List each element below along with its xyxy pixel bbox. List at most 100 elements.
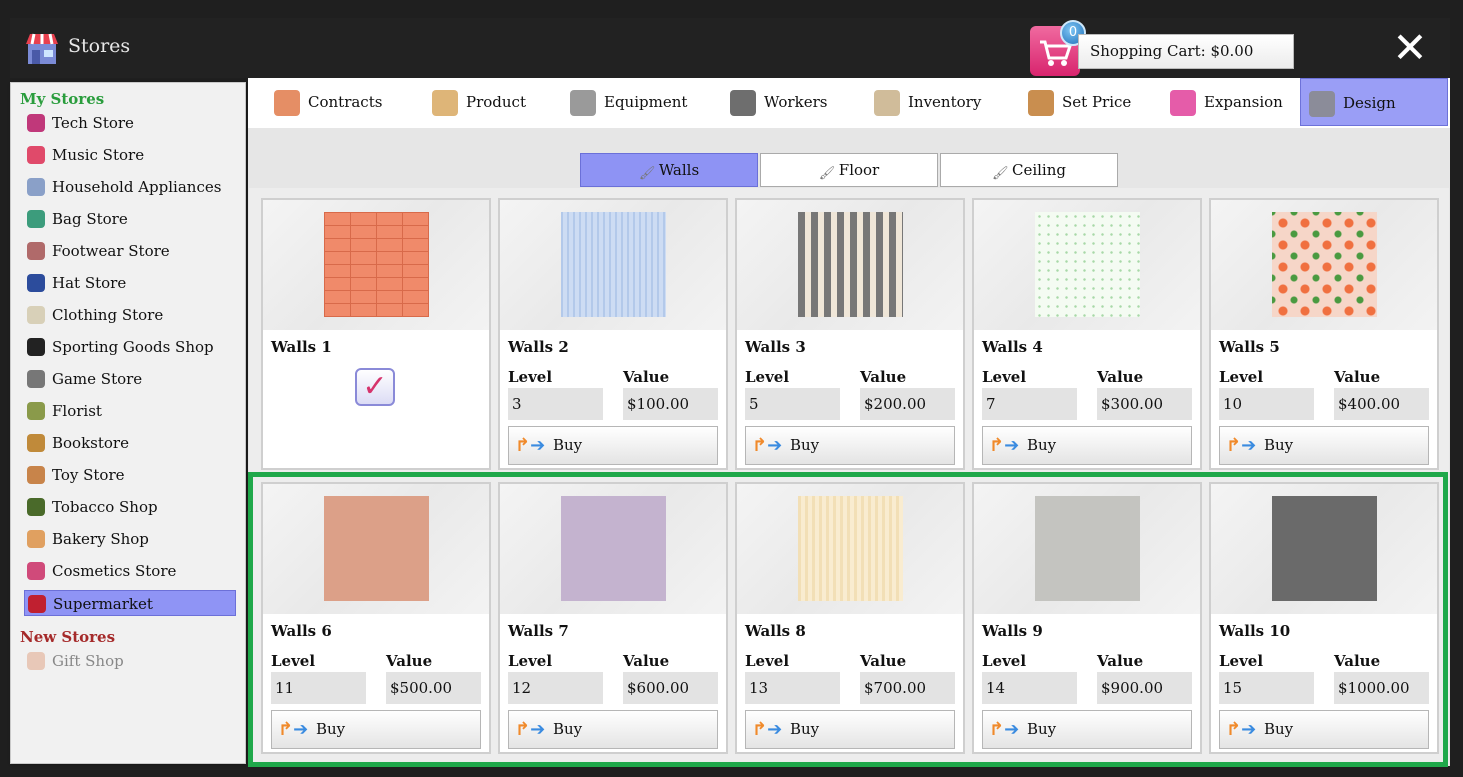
wall-name: Walls 4 xyxy=(982,338,1043,356)
wall-name: Walls 3 xyxy=(745,338,806,356)
tab-label: Set Price xyxy=(1062,93,1132,111)
wall-texture-preview[interactable] xyxy=(1035,496,1140,601)
store-logo-icon xyxy=(22,28,62,68)
sidebar-item-label: Clothing Store xyxy=(52,306,164,324)
subtab-walls[interactable]: 🖌 Walls xyxy=(580,153,758,187)
buy-arrow-icon: ↱➔ xyxy=(752,435,783,456)
value-label: Value xyxy=(1097,368,1144,386)
sidebar-item-label: Sporting Goods Shop xyxy=(52,338,214,356)
buy-label: Buy xyxy=(790,436,820,454)
buy-button[interactable]: ↱➔ Buy xyxy=(745,426,955,465)
owned-check-icon[interactable]: ✓ xyxy=(355,368,395,406)
wall-texture-preview[interactable] xyxy=(324,212,429,317)
basket-icon xyxy=(28,595,46,613)
close-button[interactable]: ✕ xyxy=(1390,26,1430,70)
tab-label: Workers xyxy=(764,93,828,111)
wall-card: Walls 6 Level Value 11 $500.00 ↱➔ Buy xyxy=(261,482,491,754)
sidebar-item-household-appliances[interactable]: Household Appliances xyxy=(24,174,236,200)
buy-button[interactable]: ↱➔ Buy xyxy=(982,426,1192,465)
wall-preview-area xyxy=(737,200,963,330)
sidebar-item-hat-store[interactable]: Hat Store xyxy=(24,270,236,296)
buy-button[interactable]: ↱➔ Buy xyxy=(508,710,718,749)
tab-product[interactable]: Product xyxy=(424,78,554,126)
book-icon xyxy=(27,434,45,452)
wall-texture-preview[interactable] xyxy=(1272,496,1377,601)
sidebar-item-gift-shop[interactable]: Gift Shop xyxy=(24,648,236,674)
level-label: Level xyxy=(508,368,553,386)
sidebar-item-music-store[interactable]: Music Store xyxy=(24,142,236,168)
sidebar-item-florist[interactable]: Florist xyxy=(24,398,236,424)
buy-label: Buy xyxy=(553,720,583,738)
tab-label: Product xyxy=(466,93,526,111)
wall-card: Walls 3 Level Value 5 $200.00 ↱➔ Buy xyxy=(735,198,965,470)
buy-button[interactable]: ↱➔ Buy xyxy=(982,710,1192,749)
sidebar-item-bakery-shop[interactable]: Bakery Shop xyxy=(24,526,236,552)
tab-workers[interactable]: Workers xyxy=(722,78,852,126)
wall-card: Walls 9 Level Value 14 $900.00 ↱➔ Buy xyxy=(972,482,1202,754)
sidebar-item-clothing-store[interactable]: Clothing Store xyxy=(24,302,236,328)
tab-label: Expansion xyxy=(1204,93,1283,111)
sidebar-item-tobacco-shop[interactable]: Tobacco Shop xyxy=(24,494,236,520)
wall-preview-area xyxy=(1211,484,1437,614)
wall-texture-preview[interactable] xyxy=(561,212,666,317)
tab-design[interactable]: Design xyxy=(1300,78,1448,126)
sidebar-item-label: Toy Store xyxy=(52,466,125,484)
sidebar-item-bookstore[interactable]: Bookstore xyxy=(24,430,236,456)
wall-texture-preview[interactable] xyxy=(1272,212,1377,317)
bread-icon xyxy=(27,530,45,548)
sidebar-item-tech-store[interactable]: Tech Store xyxy=(24,110,236,136)
buy-button[interactable]: ↱➔ Buy xyxy=(745,710,955,749)
sidebar-item-label: Music Store xyxy=(52,146,145,164)
tobacco-icon xyxy=(27,498,45,516)
wall-texture-preview[interactable] xyxy=(324,496,429,601)
wall-texture-preview[interactable] xyxy=(1035,212,1140,317)
value-label: Value xyxy=(1097,652,1144,670)
sidebar-item-label: Bookstore xyxy=(52,434,129,452)
sidebar-item-game-store[interactable]: Game Store xyxy=(24,366,236,392)
sidebar-item-supermarket[interactable]: Supermarket xyxy=(24,590,236,616)
level-value: 5 xyxy=(745,388,840,420)
buy-button[interactable]: ↱➔ Buy xyxy=(1219,710,1429,749)
sidebar-item-label: Tobacco Shop xyxy=(52,498,158,516)
wall-texture-preview[interactable] xyxy=(561,496,666,601)
sidebar-item-bag-store[interactable]: Bag Store xyxy=(24,206,236,232)
subtab-ceiling[interactable]: 🖌 Ceiling xyxy=(940,153,1118,187)
value-label: Value xyxy=(623,652,670,670)
sidebar-item-toy-store[interactable]: Toy Store xyxy=(24,462,236,488)
wall-name: Walls 6 xyxy=(271,622,332,640)
tab-contracts[interactable]: Contracts xyxy=(266,78,406,126)
sidebar-item-sporting-goods-shop[interactable]: Sporting Goods Shop xyxy=(24,334,236,360)
subtab-floor[interactable]: 🖌 Floor xyxy=(760,153,938,187)
sidebar-item-cosmetics-store[interactable]: Cosmetics Store xyxy=(24,558,236,584)
buy-arrow-icon: ↱➔ xyxy=(989,435,1020,456)
brush-icon: 🖌 xyxy=(818,166,836,181)
tab-set-price[interactable]: Set Price xyxy=(1020,78,1150,126)
music-icon xyxy=(27,146,45,164)
tab-inventory[interactable]: Inventory xyxy=(866,78,1006,126)
bag-icon xyxy=(27,210,45,228)
teddy-icon xyxy=(27,466,45,484)
wall-name: Walls 10 xyxy=(1219,622,1291,640)
buy-arrow-icon: ↱➔ xyxy=(989,719,1020,740)
level-value: 11 xyxy=(271,672,366,704)
stores-window: Stores 0 Shopping Cart: $0.00 ✕ My Store… xyxy=(0,0,1463,777)
tab-expansion[interactable]: Expansion xyxy=(1162,78,1292,126)
price-value: $300.00 xyxy=(1097,388,1192,420)
wall-texture-preview[interactable] xyxy=(798,212,903,317)
tab-equipment[interactable]: Equipment xyxy=(562,78,712,126)
value-label: Value xyxy=(386,652,433,670)
shopping-cart-total[interactable]: Shopping Cart: $0.00 xyxy=(1078,34,1294,69)
buy-button[interactable]: ↱➔ Buy xyxy=(271,710,481,749)
cosmetics-icon xyxy=(27,562,45,580)
contract-icon xyxy=(274,90,300,116)
buy-button[interactable]: ↱➔ Buy xyxy=(508,426,718,465)
buy-button[interactable]: ↱➔ Buy xyxy=(1219,426,1429,465)
wall-name: Walls 8 xyxy=(745,622,806,640)
ball-icon xyxy=(27,338,45,356)
tab-label: Contracts xyxy=(308,93,383,111)
wall-texture-preview[interactable] xyxy=(798,496,903,601)
price-value: $700.00 xyxy=(860,672,955,704)
wall-preview-area xyxy=(263,200,489,330)
level-label: Level xyxy=(508,652,553,670)
sidebar-item-footwear-store[interactable]: Footwear Store xyxy=(24,238,236,264)
